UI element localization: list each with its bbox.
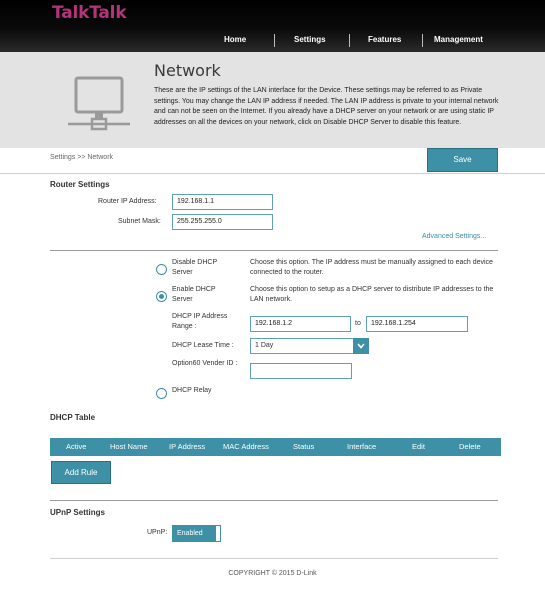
breadcrumb[interactable]: Settings >> Network <box>50 154 113 161</box>
dhcp-range-label: DHCP IP Address Range : <box>172 313 228 330</box>
lease-time-label: DHCP Lease Time : <box>172 342 234 349</box>
copyright-footer: COPYRIGHT © 2015 D-Link <box>228 570 317 577</box>
save-button[interactable]: Save <box>427 148 498 172</box>
disable-dhcp-radio[interactable] <box>156 264 167 275</box>
nav-settings[interactable]: Settings <box>294 35 326 44</box>
column-header-delete: Delete <box>459 442 481 451</box>
nav-features[interactable]: Features <box>368 35 401 44</box>
dhcp-table-header: Active Host Name IP Address MAC Address … <box>50 438 501 456</box>
option60-field[interactable] <box>250 363 352 379</box>
enable-dhcp-label: Enable DHCP Server <box>172 286 216 303</box>
page-title: Network <box>154 61 221 80</box>
dhcp-relay-radio[interactable] <box>156 388 167 399</box>
section-divider <box>50 500 498 501</box>
range-to-label: to <box>355 320 361 327</box>
nav-management[interactable]: Management <box>434 35 483 44</box>
column-header-edit: Edit <box>412 442 425 451</box>
dhcp-range-end-field[interactable]: 192.168.1.254 <box>366 316 468 332</box>
lease-time-select[interactable]: 1 Day <box>250 338 369 354</box>
upnp-toggle[interactable]: Enabled <box>172 525 221 542</box>
brand-logo: TalkTalk <box>52 3 127 23</box>
subnet-mask-label: Subnet Mask: <box>118 218 161 225</box>
footer-divider <box>50 558 498 559</box>
enable-dhcp-description: Choose this option to setup as a DHCP se… <box>250 286 494 303</box>
router-ip-label: Router IP Address: <box>98 198 157 205</box>
router-settings-title: Router Settings <box>50 180 110 189</box>
disable-dhcp-description: Choose this option. The IP address must … <box>250 259 493 276</box>
add-rule-button[interactable]: Add Rule <box>51 461 111 484</box>
router-ip-field[interactable]: 192.168.1.1 <box>172 194 273 210</box>
column-header-mac-address: MAC Address <box>223 442 269 451</box>
column-header-status: Status <box>293 442 315 451</box>
option60-label: Option60 Vender ID : <box>172 360 238 367</box>
nav-home[interactable]: Home <box>224 35 246 44</box>
upnp-label: UPnP: <box>147 529 168 536</box>
disable-dhcp-label: Disable DHCP Server <box>172 259 217 276</box>
upnp-state: Enabled <box>173 526 216 541</box>
column-header-interface: Interface <box>347 442 377 451</box>
dhcp-relay-label: DHCP Relay <box>172 387 212 394</box>
breadcrumb-bar: Settings >> Network Save <box>0 148 545 174</box>
enable-dhcp-radio[interactable] <box>156 291 167 302</box>
dhcp-table-title: DHCP Table <box>50 413 96 422</box>
top-header: TalkTalk Home Settings Features Manageme… <box>0 0 545 52</box>
lease-time-value: 1 Day <box>255 342 274 349</box>
page-description: These are the IP settings of the LAN int… <box>154 87 499 126</box>
upnp-settings-title: UPnP Settings <box>50 508 105 517</box>
column-header-ip-address: IP Address <box>169 442 206 451</box>
advanced-settings-link[interactable]: Advanced Settings... <box>422 233 486 240</box>
chevron-down-icon[interactable] <box>353 338 369 354</box>
section-divider <box>50 250 498 251</box>
subnet-mask-field[interactable]: 255.255.255.0 <box>172 214 273 230</box>
nav-divider <box>422 34 423 47</box>
nav-divider <box>349 34 350 47</box>
network-monitor-icon <box>66 76 132 136</box>
page-banner: Network These are the IP settings of the… <box>0 52 545 148</box>
nav-divider <box>274 34 275 47</box>
column-header-active: Active <box>66 442 87 451</box>
dhcp-range-start-field[interactable]: 192.168.1.2 <box>250 316 351 332</box>
column-header-host-name: Host Name <box>110 442 148 451</box>
